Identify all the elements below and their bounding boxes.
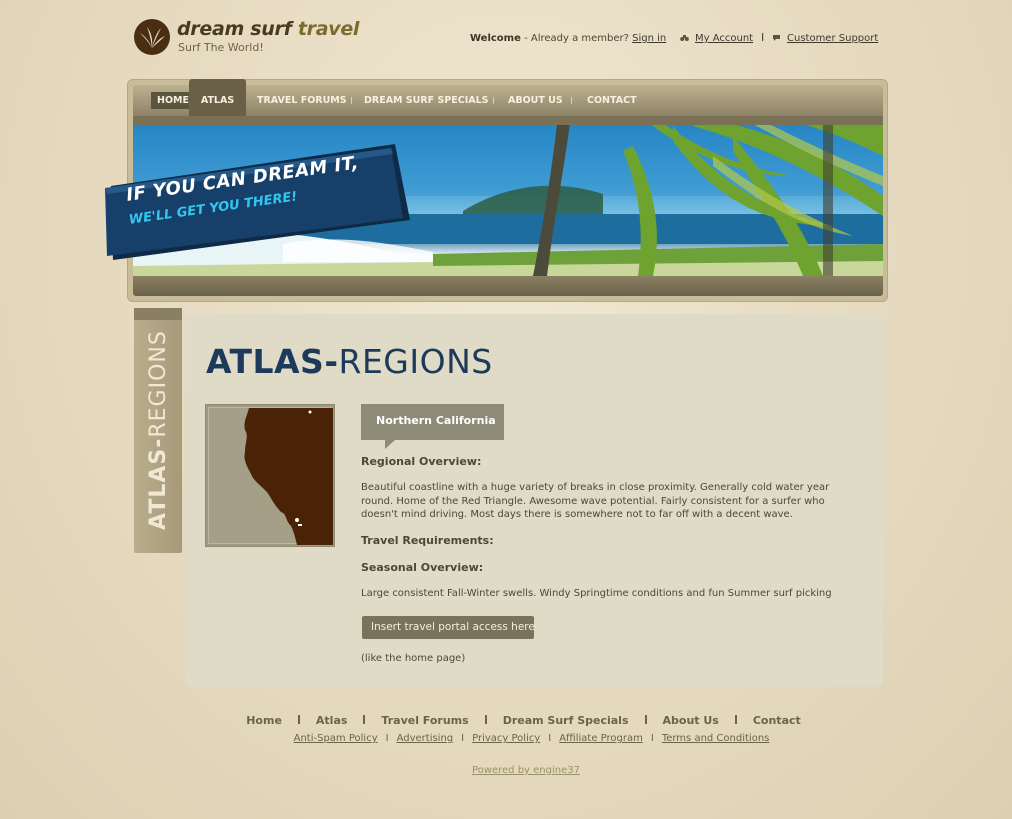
nav-divider	[351, 97, 352, 104]
advertising-link[interactable]: Advertising	[397, 733, 454, 744]
seasonal-overview-heading: Seasonal Overview:	[361, 561, 484, 574]
footer-separator	[644, 715, 647, 724]
footer-separator	[734, 715, 737, 724]
footer-link-home[interactable]: Home	[246, 714, 282, 727]
footer-nav: Home Atlas Travel Forums Dream Surf Special…	[0, 714, 1012, 727]
welcome-label: Welcome	[470, 33, 521, 44]
page-title-light: REGIONS	[338, 342, 493, 381]
logo-mark-icon[interactable]	[134, 19, 170, 55]
side-tab-label-light: REGIONS	[146, 330, 171, 438]
customer-support-link[interactable]: Customer Support	[772, 33, 878, 44]
travel-requirements-heading: Travel Requirements:	[361, 534, 494, 547]
page-title: ATLAS-REGIONS	[206, 342, 493, 381]
nav-divider	[571, 97, 572, 104]
footer-separator	[297, 715, 300, 724]
nav-dream-surf-specials[interactable]: DREAM SURF SPECIALS	[364, 85, 489, 116]
my-account-label[interactable]: My Account	[695, 33, 753, 44]
travel-portal-button[interactable]: Insert travel portal access here	[362, 616, 535, 639]
footer-link-about-us[interactable]: About Us	[663, 714, 719, 727]
region-map-frame	[208, 407, 333, 545]
nav-divider	[493, 97, 494, 104]
footer-legal-separator: I	[461, 733, 465, 744]
logo-tagline: Surf The World!	[178, 41, 264, 54]
region-tag-pointer	[385, 440, 395, 449]
customer-support-label[interactable]: Customer Support	[787, 33, 878, 44]
footer-separator	[484, 715, 487, 724]
logo-title-part2: travel	[297, 18, 360, 40]
footer-separator	[363, 715, 366, 724]
nav-about-us[interactable]: ABOUT US	[508, 85, 563, 116]
page-title-bold: ATLAS-	[206, 342, 339, 381]
binoculars-icon	[680, 35, 689, 41]
regional-overview-text: Beautiful coastline with a huge variety …	[361, 482, 830, 520]
seasonal-overview-text: Large consistent Fall-Winter swells. Win…	[361, 588, 832, 599]
footer-link-dream-surf-specials[interactable]: Dream Surf Specials	[503, 714, 629, 727]
portal-note: (like the home page)	[361, 653, 466, 664]
affiliate-program-link[interactable]: Affiliate Program	[559, 733, 643, 744]
footer-legal-links: Anti-Spam Policy I Advertising I Privacy Pol…	[0, 733, 1012, 744]
footer-legal-separator: I	[650, 733, 654, 744]
welcome-prompt: - Already a member?	[520, 33, 633, 44]
footer-legal-separator: I	[548, 733, 552, 744]
powered-by-link[interactable]: Powered by engine37	[472, 765, 580, 776]
side-tab-label: ATLAS-REGIONS	[146, 330, 171, 530]
footer-link-travel-forums[interactable]: Travel Forums	[381, 714, 468, 727]
footer-link-contact[interactable]: Contact	[753, 714, 801, 727]
nav-atlas[interactable]: ATLAS	[189, 79, 246, 116]
footer-legal-separator: I	[385, 733, 389, 744]
privacy-policy-link[interactable]: Privacy Policy	[472, 733, 540, 744]
footer-link-atlas[interactable]: Atlas	[316, 714, 348, 727]
chat-bubble-icon	[773, 35, 780, 41]
sign-in-link[interactable]: Sign in	[632, 33, 666, 44]
main-nav: HOME ATLAS TRAVEL FORUMS DREAM SURF SPEC…	[133, 79, 883, 116]
top-separator: I	[761, 31, 765, 44]
my-account-link[interactable]: My Account	[680, 33, 753, 44]
nav-travel-forums[interactable]: TRAVEL FORUMS	[257, 85, 347, 116]
terms-and-conditions-link[interactable]: Terms and Conditions	[662, 733, 770, 744]
northern-california-map-icon	[244, 408, 333, 545]
hero-bottom-bar	[133, 276, 883, 296]
region-name-tag: Northern California	[361, 404, 504, 440]
logo-title-part1: dream surf	[177, 18, 298, 40]
nav-contact[interactable]: CONTACT	[587, 85, 637, 116]
side-tab-cap	[134, 308, 182, 320]
side-tab-label-bold: ATLAS-	[146, 437, 171, 530]
anti-spam-policy-link[interactable]: Anti-Spam Policy	[294, 733, 378, 744]
welcome-text: Welcome - Already a member? Sign in	[470, 33, 666, 44]
site-logo-title[interactable]: dream surf travel	[177, 18, 359, 40]
region-map	[205, 404, 335, 547]
regional-overview-heading: Regional Overview:	[361, 455, 482, 468]
